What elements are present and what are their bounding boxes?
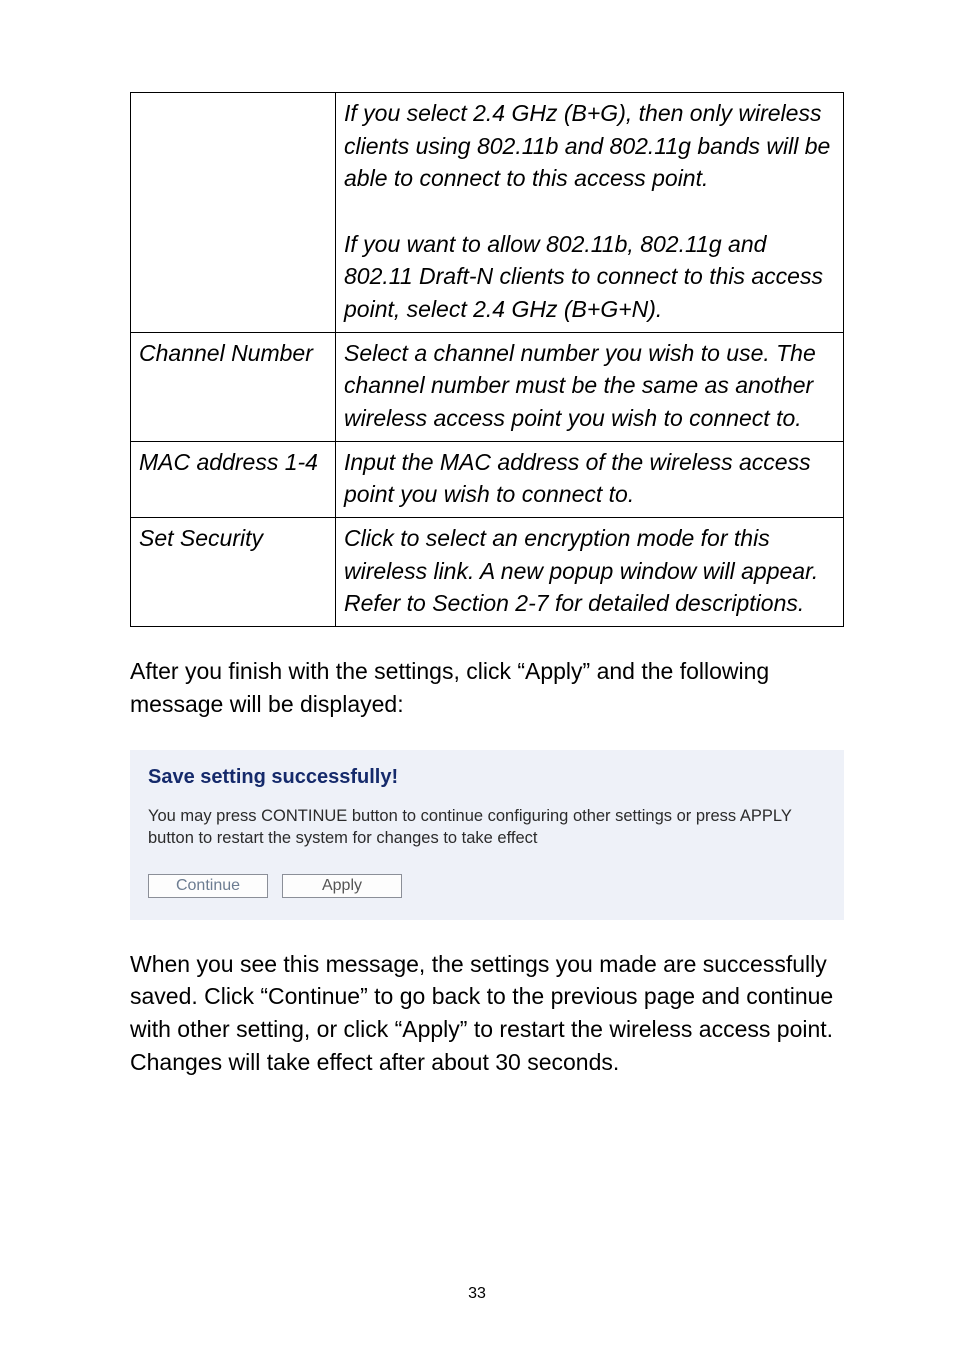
row0-text: If you select 2.4 GHz (B+G), then only w… [336, 93, 844, 333]
continue-button[interactable]: Continue [148, 874, 268, 898]
save-box-title: Save setting successfully! [148, 766, 826, 789]
row2-text: Input the MAC address of the wireless ac… [336, 441, 844, 517]
row3-label: Set Security [131, 517, 336, 626]
save-box-buttons: Continue Apply [148, 874, 826, 898]
apply-button[interactable]: Apply [282, 874, 402, 898]
save-message-box: Save setting successfully! You may press… [130, 750, 844, 920]
settings-table: If you select 2.4 GHz (B+G), then only w… [130, 92, 844, 627]
paragraph-bottom: When you see this message, the settings … [130, 948, 844, 1079]
row1-text: Select a channel number you wish to use.… [336, 332, 844, 441]
row2-label: MAC address 1-4 [131, 441, 336, 517]
paragraph-after-table: After you finish with the settings, clic… [130, 655, 844, 720]
row3-text: Click to select an encryption mode for t… [336, 517, 844, 626]
page-number: 33 [0, 1285, 954, 1303]
row1-label: Channel Number [131, 332, 336, 441]
save-box-text: You may press CONTINUE button to continu… [148, 805, 826, 850]
row0-label [131, 93, 336, 333]
